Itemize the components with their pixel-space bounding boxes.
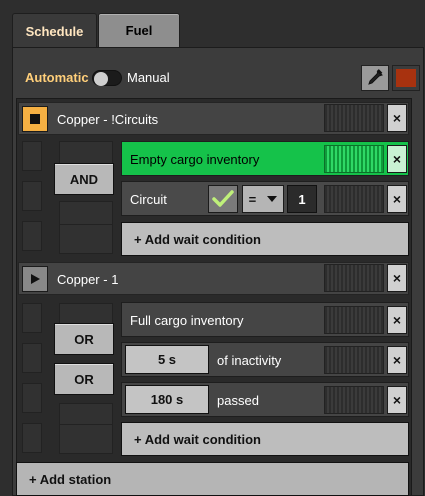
tab-fuel[interactable]: Fuel	[98, 13, 180, 48]
time-value-button[interactable]: 5 s	[125, 345, 209, 374]
add-wait-condition-button[interactable]: + Add wait condition	[121, 222, 409, 256]
station-stop-button[interactable]	[22, 106, 48, 132]
condition-label: of inactivity	[217, 353, 282, 368]
slot	[22, 383, 42, 413]
time-value-button[interactable]: 180 s	[125, 385, 209, 414]
tab-schedule[interactable]: Schedule	[12, 13, 97, 48]
comparator-value: =	[248, 191, 257, 207]
condition-label: Full cargo inventory	[130, 313, 244, 328]
remove-condition-button[interactable]: ×	[387, 306, 407, 334]
slot	[59, 224, 113, 254]
condition-drag-handle[interactable]	[324, 386, 384, 414]
logic-and-button[interactable]: AND	[54, 163, 114, 195]
automatic-label: Automatic	[25, 70, 89, 85]
chevron-down-icon	[267, 196, 278, 202]
slot	[22, 423, 42, 453]
station-go-button[interactable]	[22, 266, 48, 292]
mode-toggle[interactable]	[92, 70, 122, 86]
remove-station-button[interactable]: ×	[387, 104, 407, 132]
logic-or-button[interactable]: OR	[54, 323, 114, 355]
condition-drag-handle[interactable]	[324, 306, 384, 334]
remove-condition-button[interactable]: ×	[387, 346, 407, 374]
condition-drag-handle[interactable]	[324, 145, 384, 173]
add-wait-condition-button[interactable]: + Add wait condition	[121, 422, 409, 456]
slot	[22, 343, 42, 373]
play-icon	[31, 274, 40, 284]
manual-label: Manual	[127, 70, 170, 85]
train-color-swatch	[396, 69, 416, 87]
station-drag-handle[interactable]	[324, 104, 384, 132]
condition-label: passed	[217, 393, 259, 408]
station-name: Copper - !Circuits	[57, 112, 159, 127]
slot	[22, 221, 42, 251]
slot	[59, 424, 113, 454]
station-drag-handle[interactable]	[324, 264, 384, 292]
signal-select-button[interactable]	[208, 185, 238, 213]
remove-station-button[interactable]: ×	[387, 264, 407, 292]
condition-drag-handle[interactable]	[324, 346, 384, 374]
toggle-knob	[94, 72, 108, 86]
train-color-button[interactable]	[392, 65, 420, 91]
logic-or-button[interactable]: OR	[54, 363, 114, 395]
condition-label: Circuit	[130, 192, 167, 207]
color-picker-button[interactable]	[361, 65, 389, 91]
slot	[22, 141, 42, 171]
condition-drag-handle[interactable]	[324, 185, 384, 213]
condition-label: Empty cargo inventory	[130, 152, 260, 167]
add-station-button[interactable]: + Add station	[16, 462, 409, 496]
remove-condition-button[interactable]: ×	[387, 185, 407, 213]
checkmark-icon	[212, 190, 234, 207]
stop-icon	[30, 114, 40, 124]
station-name: Copper - 1	[57, 272, 119, 287]
remove-condition-button[interactable]: ×	[387, 145, 407, 173]
slot	[22, 181, 42, 211]
comparator-dropdown[interactable]: =	[242, 185, 284, 213]
remove-condition-button[interactable]: ×	[387, 386, 407, 414]
constant-value-field[interactable]: 1	[287, 185, 317, 213]
eyedropper-icon	[368, 69, 383, 85]
slot	[22, 303, 42, 333]
